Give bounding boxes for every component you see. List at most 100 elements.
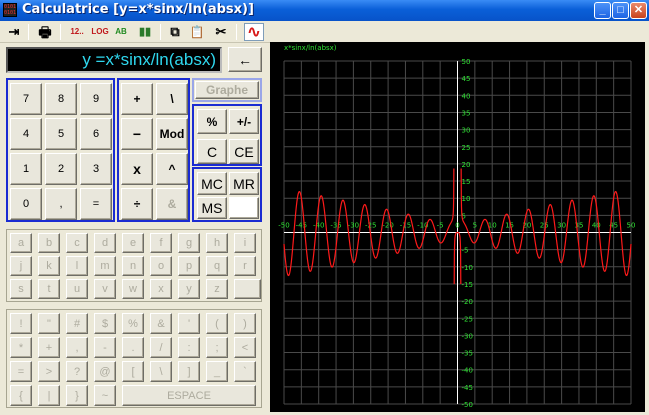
numpad-key-comma[interactable]: , — [45, 188, 77, 220]
key-f[interactable]: f — [150, 233, 172, 253]
key-u[interactable]: u — [66, 279, 88, 299]
key-l[interactable]: l — [66, 256, 88, 276]
key-blank[interactable] — [234, 279, 261, 299]
key-symbol-11[interactable]: , — [66, 337, 88, 358]
backspace-button[interactable]: ← — [228, 47, 262, 72]
key-symbol-29[interactable]: } — [66, 385, 88, 406]
key-v[interactable]: v — [94, 279, 116, 299]
memory-clear-button[interactable]: MC — [197, 172, 227, 195]
minimize-button[interactable]: _ — [594, 2, 611, 19]
copy-icon[interactable]: ⧉ — [167, 23, 183, 41]
operator-key-int-divide[interactable]: \ — [156, 83, 188, 115]
key-q[interactable]: q — [206, 256, 228, 276]
key-symbol-25[interactable]: _ — [206, 361, 228, 382]
key-s[interactable]: s — [10, 279, 32, 299]
decimal-format-button[interactable]: 12.. — [66, 23, 88, 41]
operator-key-plus[interactable]: + — [121, 83, 153, 115]
key-symbol-5[interactable]: & — [150, 313, 172, 334]
key-i[interactable]: i — [234, 233, 256, 253]
key-symbol-4[interactable]: % — [122, 313, 144, 334]
key-symbol-15[interactable]: : — [178, 337, 200, 358]
numpad-key-five[interactable]: 5 — [45, 118, 77, 150]
ab-button[interactable]: AB — [113, 23, 129, 41]
key-m[interactable]: m — [94, 256, 116, 276]
key-symbol-3[interactable]: $ — [94, 313, 116, 334]
key-symbol-6[interactable]: ' — [178, 313, 200, 334]
key-symbol-10[interactable]: + — [38, 337, 60, 358]
key-symbol-1[interactable]: " — [38, 313, 60, 334]
numpad-key-equals[interactable]: = — [80, 188, 112, 220]
key-symbol-26[interactable]: ` — [234, 361, 256, 382]
cut-icon[interactable]: ✂ — [214, 23, 228, 41]
key-symbol-9[interactable]: * — [10, 337, 32, 358]
key-symbol-14[interactable]: / — [150, 337, 172, 358]
key-e[interactable]: e — [122, 233, 144, 253]
key-k[interactable]: k — [38, 256, 60, 276]
key-w[interactable]: w — [122, 279, 144, 299]
graph-plot[interactable]: x*sinx/ln(absx) -50 -45 -40 -35 -30 -25 -20 -15… — [270, 42, 645, 412]
key-h[interactable]: h — [206, 233, 228, 253]
bar-chart-icon[interactable]: ▮▮ — [136, 23, 154, 41]
key-d[interactable]: d — [94, 233, 116, 253]
key-symbol-20[interactable]: ? — [66, 361, 88, 382]
key-symbol-8[interactable]: ) — [234, 313, 256, 334]
key-symbol-27[interactable]: { — [10, 385, 32, 406]
numpad-key-one[interactable]: 1 — [10, 153, 42, 185]
key-symbol-28[interactable]: | — [38, 385, 60, 406]
key-z[interactable]: z — [206, 279, 228, 299]
printer-icon[interactable]: 🖶 — [36, 23, 54, 41]
key-j[interactable]: j — [10, 256, 32, 276]
key-r[interactable]: r — [234, 256, 256, 276]
operator-key-multiply[interactable]: x — [121, 153, 153, 185]
key-b[interactable]: b — [38, 233, 60, 253]
paste-icon[interactable]: 📋 — [188, 23, 206, 41]
key-symbol-23[interactable]: \ — [150, 361, 172, 382]
operator-key-mod[interactable]: Mod — [156, 118, 188, 150]
key-symbol-16[interactable]: ; — [206, 337, 228, 358]
key-symbol-21[interactable]: @ — [94, 361, 116, 382]
key-c[interactable]: c — [66, 233, 88, 253]
memory-recall-button[interactable]: MR — [229, 172, 259, 195]
key-symbol-13[interactable]: . — [122, 337, 144, 358]
numpad-key-two[interactable]: 2 — [45, 153, 77, 185]
key-symbol-18[interactable]: = — [10, 361, 32, 382]
key-symbol-12[interactable]: - — [94, 337, 116, 358]
clear-button[interactable]: C — [197, 139, 227, 164]
graph-curve-icon[interactable]: ∿ — [244, 23, 264, 41]
key-g[interactable]: g — [178, 233, 200, 253]
key-symbol-0[interactable]: ! — [10, 313, 32, 334]
exit-door-icon[interactable]: ⇥ — [6, 23, 22, 41]
key-symbol-2[interactable]: # — [66, 313, 88, 334]
key-n[interactable]: n — [122, 256, 144, 276]
numpad-key-six[interactable]: 6 — [80, 118, 112, 150]
percent-button[interactable]: % — [197, 109, 227, 134]
numpad-key-four[interactable]: 4 — [10, 118, 42, 150]
operator-key-divide[interactable]: ÷ — [121, 188, 153, 220]
key-symbol-30[interactable]: ~ — [94, 385, 116, 406]
clear-entry-button[interactable]: CE — [229, 139, 259, 164]
key-a[interactable]: a — [10, 233, 32, 253]
key-symbol-19[interactable]: > — [38, 361, 60, 382]
key-symbol-7[interactable]: ( — [206, 313, 228, 334]
numpad-key-zero[interactable]: 0 — [10, 188, 42, 220]
close-button[interactable]: ✕ — [630, 2, 647, 19]
plus-minus-button[interactable]: +/- — [229, 109, 259, 134]
memory-store-button[interactable]: MS — [197, 197, 227, 219]
title-bar[interactable]: 0101 0101 Calculatrice [y=x*sinx/ln(absx… — [0, 0, 649, 21]
log-button[interactable]: LOG — [90, 23, 110, 41]
key-symbol-17[interactable]: < — [234, 337, 256, 358]
key-t[interactable]: t — [38, 279, 60, 299]
key-x[interactable]: x — [150, 279, 172, 299]
numpad-key-three[interactable]: 3 — [80, 153, 112, 185]
key-symbol-22[interactable]: [ — [122, 361, 144, 382]
numpad-key-eight[interactable]: 8 — [45, 83, 77, 115]
key-p[interactable]: p — [178, 256, 200, 276]
graph-button[interactable]: Graphe — [195, 81, 259, 99]
operator-key-and[interactable]: & — [156, 188, 188, 220]
expression-display[interactable]: y =x*sinx/ln(absx) — [6, 47, 222, 73]
key-y[interactable]: y — [178, 279, 200, 299]
space-key[interactable]: ESPACE — [122, 385, 256, 406]
key-o[interactable]: o — [150, 256, 172, 276]
key-symbol-24[interactable]: ] — [178, 361, 200, 382]
operator-key-power[interactable]: ^ — [156, 153, 188, 185]
